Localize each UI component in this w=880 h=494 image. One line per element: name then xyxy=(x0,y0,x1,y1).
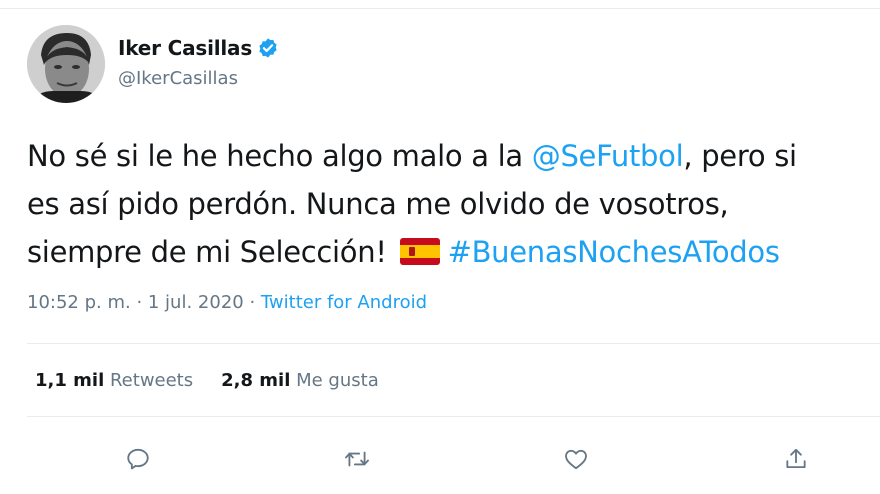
reply-button[interactable] xyxy=(123,444,153,474)
like-button[interactable] xyxy=(561,444,591,474)
tweet-line: es así pido perdón. Nunca me olvido de v… xyxy=(27,180,877,228)
tweet-line: No sé si le he hecho algo malo a la @SeF… xyxy=(27,132,877,180)
retweets-stat[interactable]: 1,1 mil Retweets xyxy=(35,370,193,391)
mention-link[interactable]: @SeFutbol xyxy=(532,139,684,173)
user-handle[interactable]: @IkerCasillas xyxy=(118,68,238,89)
source-link[interactable]: Twitter for Android xyxy=(261,292,427,313)
tweet-text-segment: siempre de mi Selección! xyxy=(27,235,396,269)
likes-stat[interactable]: 2,8 mil Me gusta xyxy=(221,370,379,391)
timestamp[interactable]: 10:52 p. m. · 1 jul. 2020 xyxy=(27,292,244,313)
likes-count: 2,8 mil xyxy=(221,370,291,391)
verified-badge-icon xyxy=(257,37,279,59)
tweet-text-segment: No sé si le he hecho algo malo a la xyxy=(27,139,532,173)
avatar[interactable] xyxy=(27,25,105,103)
share-icon xyxy=(786,448,806,469)
tweet-text-segment: es así pido perdón. Nunca me olvido de v… xyxy=(27,187,729,221)
likes-label: Me gusta xyxy=(296,370,379,391)
retweet-button[interactable] xyxy=(342,444,372,474)
retweets-count: 1,1 mil xyxy=(35,370,105,391)
tweet-text-segment: , pero si xyxy=(683,139,797,173)
meta-separator: · xyxy=(243,292,261,313)
divider xyxy=(27,416,880,417)
share-button[interactable] xyxy=(781,444,811,474)
reply-icon xyxy=(127,448,149,470)
spain-flag-icon xyxy=(399,238,440,265)
engagement-stats: 1,1 mil Retweets 2,8 mil Me gusta xyxy=(35,370,379,391)
retweet-icon xyxy=(345,451,369,467)
display-name[interactable]: Iker Casillas xyxy=(118,36,252,60)
tweet-meta: 10:52 p. m. · 1 jul. 2020 · Twitter for … xyxy=(27,292,427,313)
tweet-line: siempre de mi Selección! #BuenasNochesAT… xyxy=(27,228,877,276)
top-divider xyxy=(0,8,880,9)
divider xyxy=(27,343,880,344)
tweet-text: No sé si le he hecho algo malo a la @SeF… xyxy=(27,132,877,276)
hashtag-link[interactable]: #BuenasNochesATodos xyxy=(448,235,780,269)
retweets-label: Retweets xyxy=(109,370,194,391)
like-icon xyxy=(565,449,587,470)
